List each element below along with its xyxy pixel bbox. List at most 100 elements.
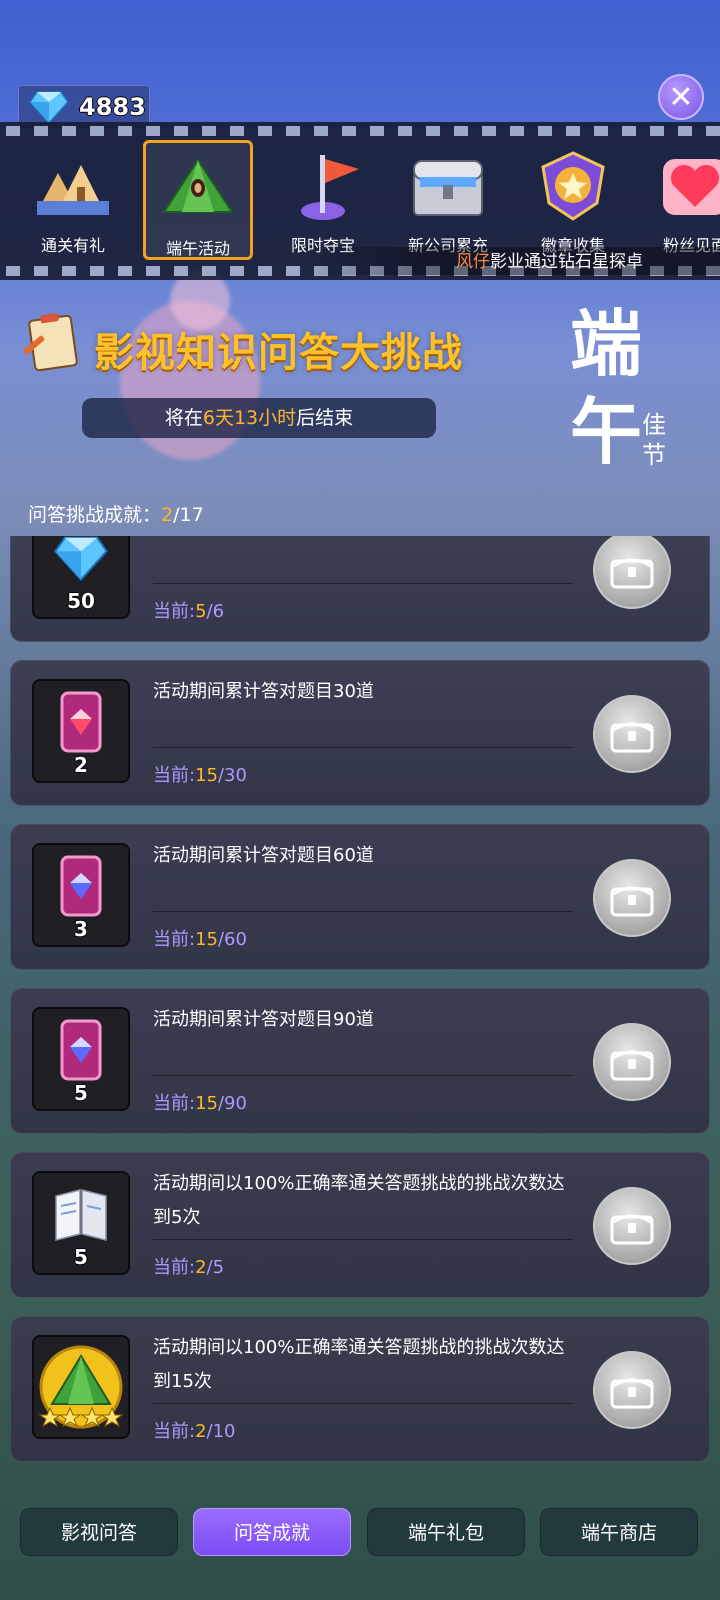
- reward-slot[interactable]: 5: [32, 1171, 130, 1275]
- reward-count: 5: [74, 1081, 88, 1105]
- event-timer: 将在6天13小时后结束: [82, 398, 436, 438]
- claim-chest-button[interactable]: [593, 859, 671, 937]
- festival-calligraphy: 端午 佳节: [570, 300, 710, 500]
- castle-icon: [37, 165, 109, 215]
- progress-label: 当前:: [153, 765, 196, 786]
- diamond-icon: [29, 91, 69, 124]
- heart-icon: [663, 159, 720, 215]
- progress-label: 当前:: [153, 1093, 196, 1114]
- category-tab-new-company-recharge[interactable]: 新公司累充: [393, 140, 503, 260]
- close-button[interactable]: ✕: [658, 74, 704, 120]
- task-description: 活动期间累计答对题目60道: [153, 845, 374, 866]
- gem-card-icon: [60, 691, 102, 753]
- gem-count: 4883: [79, 93, 146, 121]
- achievement-card: 5 活动期间以100%正确率通关答题挑战的挑战次数达到5次 当前:2/5: [10, 1152, 710, 1298]
- progress-current: 15: [195, 1093, 218, 1114]
- category-tab-dragon-boat[interactable]: 端午活动: [143, 140, 253, 260]
- progress-label: 当前:: [153, 1421, 196, 1442]
- zongzi-star-icon: [38, 1345, 124, 1429]
- treasure-chest-icon: [413, 160, 483, 216]
- chest-icon: [610, 886, 654, 917]
- progress-total: /90: [217, 1093, 247, 1114]
- nav-movie-quiz[interactable]: 影视问答: [20, 1508, 178, 1556]
- reward-slot[interactable]: 5: [32, 1007, 130, 1111]
- achievement-list[interactable]: 50 累计参与6次【影视知识问题大挑战】 当前:5/6 2 活动期间累计答对题目…: [0, 536, 720, 1486]
- nav-festival-shop[interactable]: 端午商店: [540, 1508, 698, 1556]
- reward-slot[interactable]: 3: [32, 843, 130, 947]
- progress-current: 15: [195, 765, 218, 786]
- progress-current: 5: [195, 601, 207, 622]
- ticker-highlight: 风仔: [456, 252, 490, 272]
- task-progress: 当前:2/5: [153, 1253, 224, 1279]
- timer-suffix: 后结束: [296, 407, 354, 429]
- reward-slot[interactable]: 50: [32, 536, 130, 619]
- task-progress: 当前:5/6: [153, 597, 224, 623]
- nav-quiz-achievement[interactable]: 问答成就: [193, 1508, 351, 1556]
- reward-slot[interactable]: [32, 1335, 130, 1439]
- badge-icon: [541, 151, 605, 221]
- achievement-card: 50 累计参与6次【影视知识问题大挑战】 当前:5/6: [10, 536, 710, 642]
- announcement-ticker: 风仔影业通过钻石星探卓: [300, 247, 720, 275]
- category-tab-badge-collection[interactable]: 徽章收集: [518, 140, 628, 260]
- ticker-text: 影业通过钻石星探卓: [490, 252, 643, 272]
- achievement-card: 2 活动期间累计答对题目30道 当前:15/30: [10, 660, 710, 806]
- task-progress: 当前:15/90: [153, 1089, 247, 1115]
- progress-current: 2: [195, 1257, 207, 1278]
- zongzi-icon: [162, 158, 234, 213]
- reward-count: 2: [74, 753, 88, 777]
- task-description: 活动期间以100%正确率通关答题挑战的挑战次数达到15次: [153, 1337, 565, 1392]
- category-label: 端午活动: [165, 239, 230, 258]
- achievement-card: 5 活动期间累计答对题目90道 当前:15/90: [10, 988, 710, 1134]
- nav-festival-pack[interactable]: 端午礼包: [367, 1508, 525, 1556]
- claim-chest-button[interactable]: [593, 695, 671, 773]
- achievement-current: 2: [161, 504, 174, 526]
- timer-prefix: 将在: [164, 407, 203, 429]
- reward-count: 5: [74, 1245, 88, 1269]
- achievement-total: /17: [173, 504, 204, 526]
- card-divider: [153, 1403, 573, 1404]
- calligraphy-sub: 佳节: [642, 411, 666, 469]
- progress-total: /6: [206, 601, 225, 622]
- progress-total: /30: [217, 765, 247, 786]
- claim-chest-button[interactable]: [593, 1187, 671, 1265]
- task-progress: 当前:15/60: [153, 925, 247, 951]
- card-divider: [153, 911, 573, 912]
- task-description: 活动期间累计答对题目30道: [153, 681, 374, 702]
- chest-icon: [610, 1378, 654, 1409]
- claim-chest-button[interactable]: [593, 1023, 671, 1101]
- achievement-label: 问答挑战成就：: [28, 504, 162, 526]
- close-icon: ✕: [668, 79, 694, 115]
- event-title: 影视知识问答大挑战: [94, 330, 463, 376]
- reward-slot[interactable]: 2: [32, 679, 130, 783]
- progress-total: /5: [206, 1257, 225, 1278]
- diamond-icon: [53, 536, 109, 581]
- timer-remaining: 6天13小时: [202, 407, 297, 429]
- progress-current: 15: [195, 929, 218, 950]
- chest-icon: [610, 1214, 654, 1245]
- achievement-card: 活动期间以100%正确率通关答题挑战的挑战次数达到15次 当前:2/10: [10, 1316, 710, 1462]
- reward-count: 50: [67, 589, 95, 613]
- clipboard-icon: [23, 313, 78, 372]
- progress-label: 当前:: [153, 929, 196, 950]
- category-tab-treasure[interactable]: 限时夺宝: [268, 140, 378, 260]
- script-book-icon: [55, 1189, 107, 1241]
- flag-icon: [301, 155, 359, 220]
- reward-count: 3: [74, 917, 88, 941]
- progress-current: 2: [195, 1421, 207, 1442]
- task-description: 累计参与6次【影视知识问题大挑战】: [153, 536, 573, 545]
- chest-icon: [610, 1050, 654, 1081]
- gem-card-icon: [60, 855, 102, 917]
- progress-label: 当前:: [153, 601, 196, 622]
- achievement-progress: 问答挑战成就：2/17: [28, 500, 204, 527]
- card-divider: [153, 583, 573, 584]
- task-description: 活动期间以100%正确率通关答题挑战的挑战次数达到5次: [153, 1173, 565, 1228]
- calligraphy-main: 端午: [570, 301, 643, 474]
- category-label: 通关有礼: [40, 236, 105, 255]
- claim-chest-button[interactable]: [593, 1351, 671, 1429]
- category-tab-fan-meeting[interactable]: 粉丝见面: [640, 140, 720, 260]
- bottom-nav: 影视问答 问答成就 端午礼包 端午商店: [0, 1494, 720, 1600]
- category-tab-clear-reward[interactable]: 通关有礼: [18, 140, 128, 260]
- claim-chest-button[interactable]: [593, 536, 671, 609]
- task-progress: 当前:2/10: [153, 1417, 236, 1443]
- progress-total: /60: [217, 929, 247, 950]
